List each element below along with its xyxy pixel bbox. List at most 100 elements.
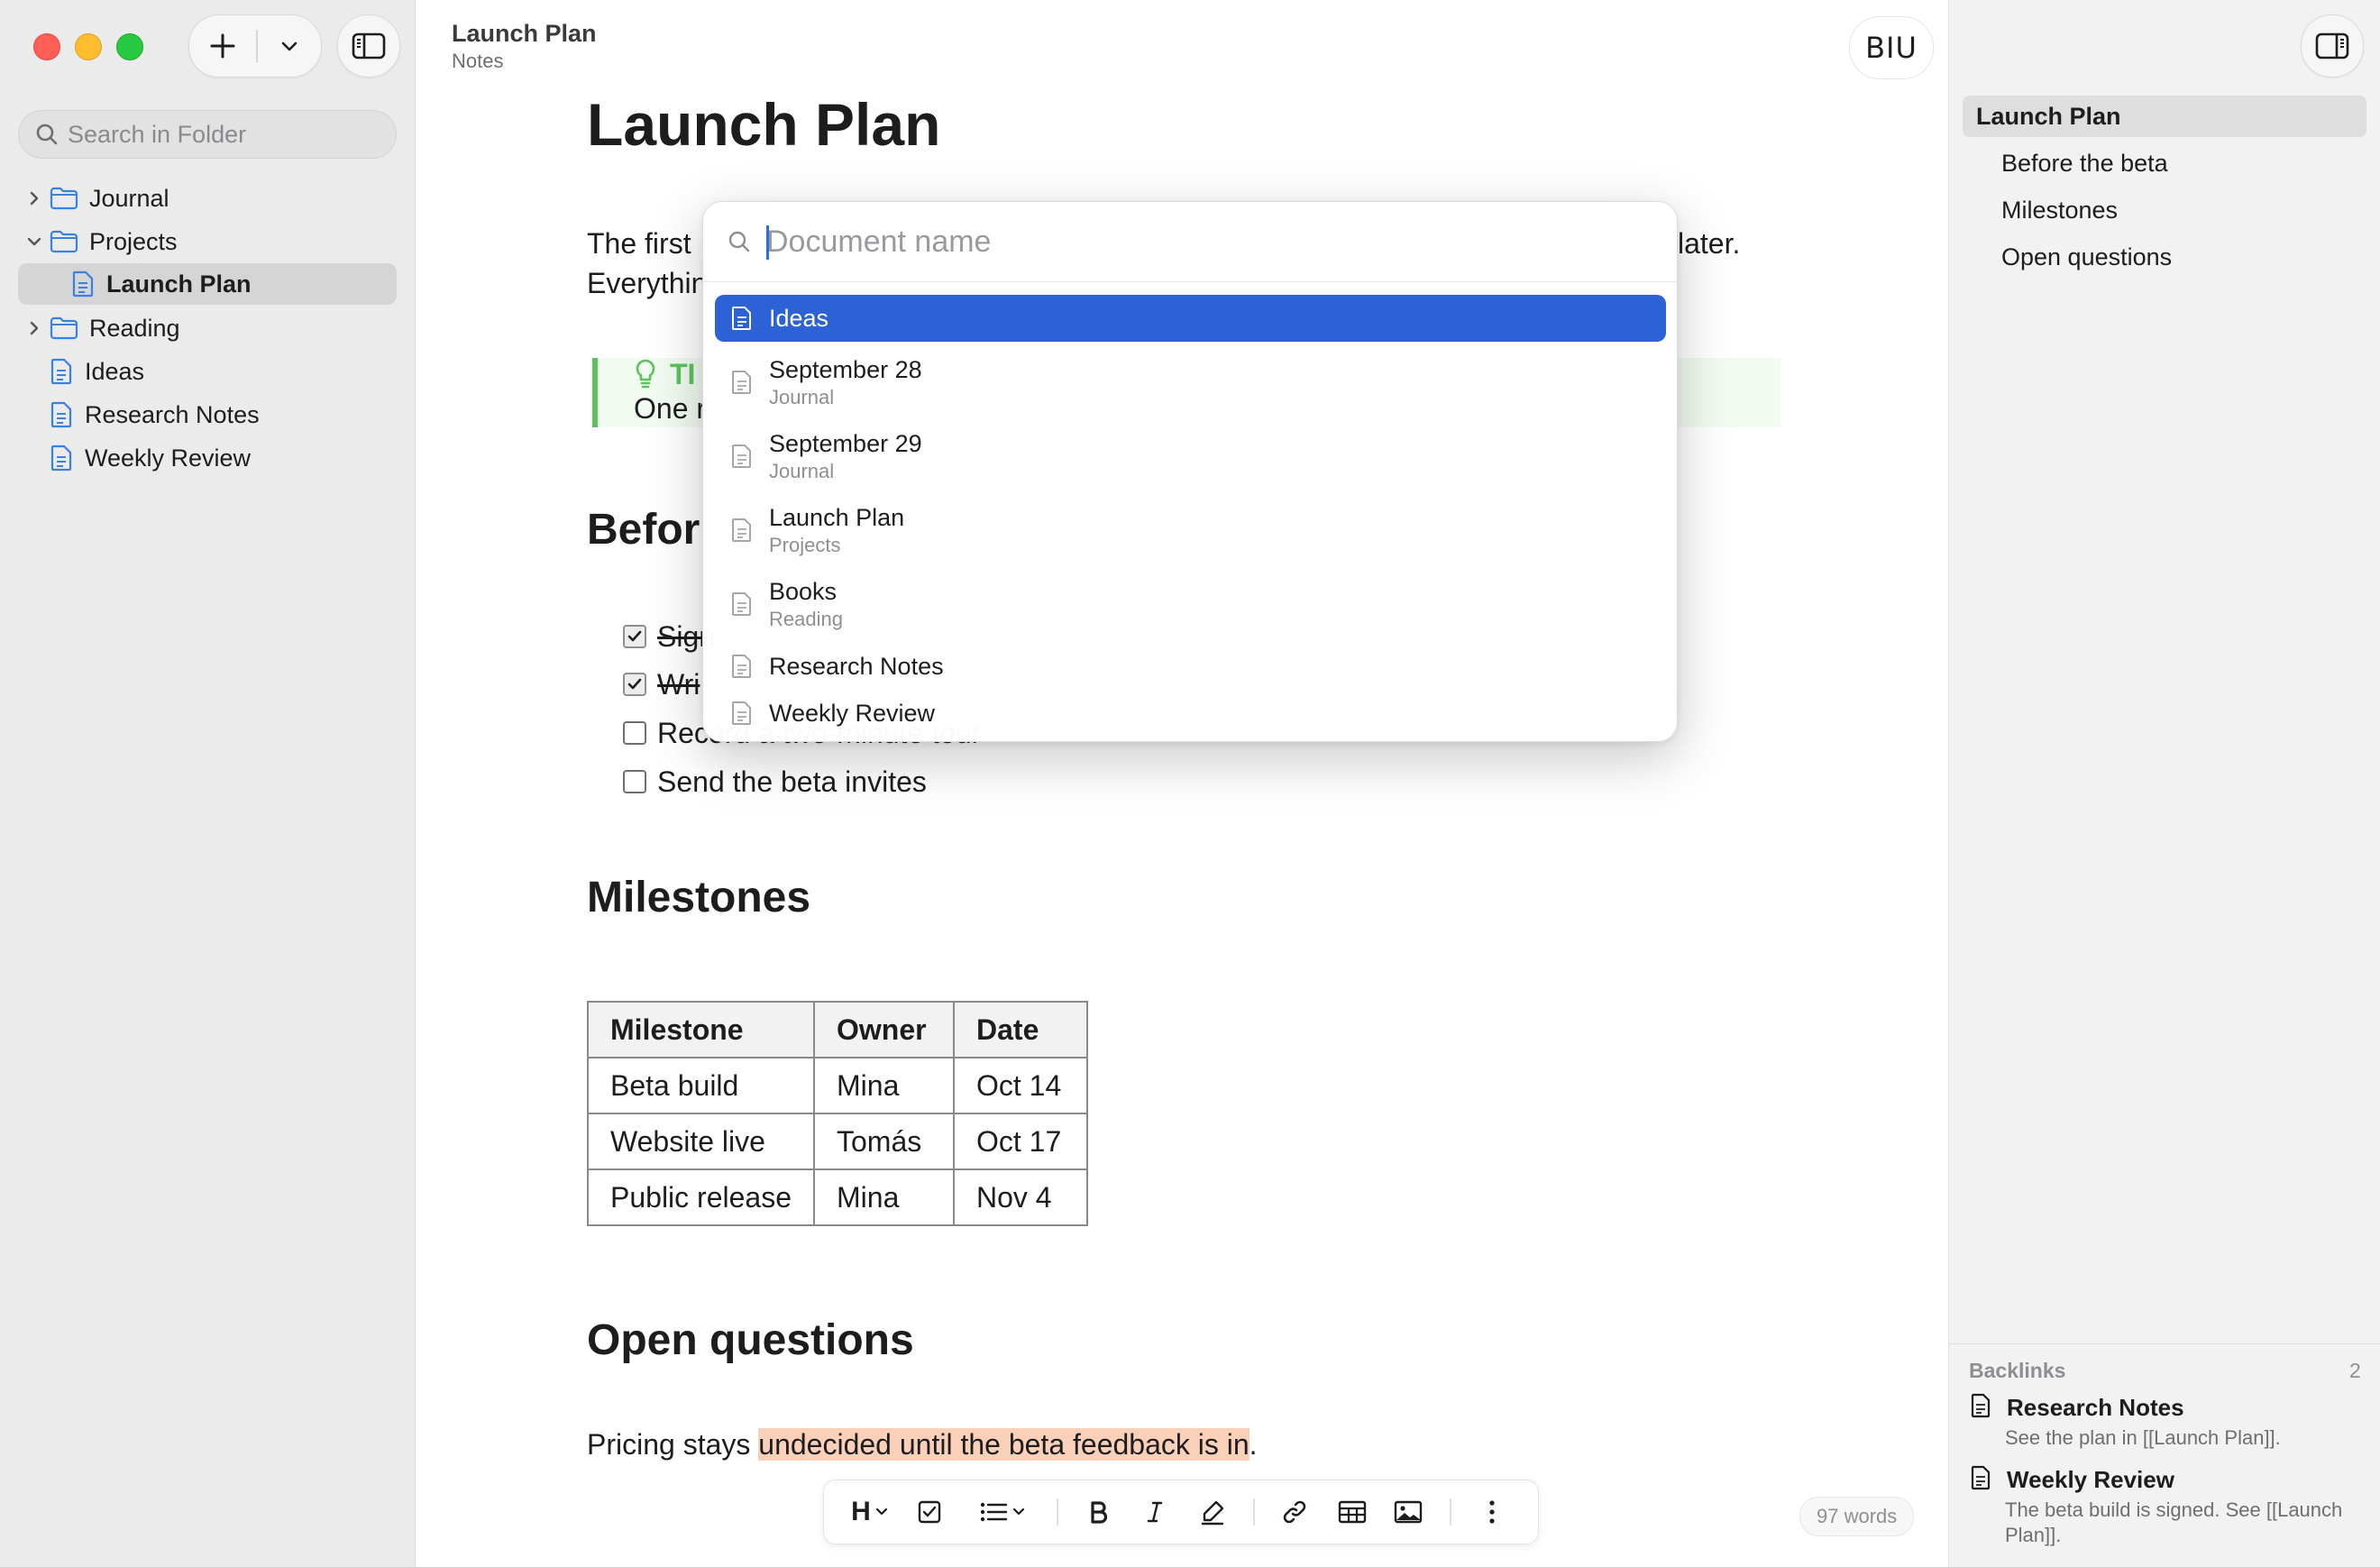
table-cell[interactable]: Mina	[813, 1168, 955, 1226]
tree-item-label: Journal	[89, 184, 169, 212]
tree-file-weekly-review[interactable]: Weekly Review	[18, 437, 397, 479]
outline-label: Milestones	[2001, 196, 2119, 224]
quick-open-result[interactable]: September 29 Journal	[715, 422, 1666, 490]
intro-text-line-2[interactable]: Everythin	[587, 267, 707, 300]
milestones-table[interactable]: Milestone Owner Date Beta build Mina Oct…	[587, 1001, 1088, 1226]
document-icon	[715, 518, 769, 543]
table-cell[interactable]: Website live	[587, 1113, 815, 1170]
document-heading[interactable]: Launch Plan	[587, 90, 940, 159]
backlink-snippet: The beta build is signed. See [[Launch P…	[2005, 1498, 2343, 1546]
outline-label: Open questions	[2001, 243, 2173, 270]
quick-open-result[interactable]: Research Notes	[715, 644, 1666, 689]
bold-icon	[1091, 1501, 1108, 1524]
more-vertical-icon	[1489, 1500, 1495, 1524]
toggle-inspector-button[interactable]	[2301, 14, 2364, 78]
new-note-button[interactable]	[189, 15, 256, 77]
table-cell[interactable]: Beta build	[587, 1057, 815, 1114]
chevron-right-icon[interactable]	[21, 190, 48, 206]
toolbar-divider	[1253, 1498, 1255, 1526]
outline-item-launch-plan[interactable]: Launch Plan	[1963, 96, 2366, 137]
section-heading-milestones[interactable]: Milestones	[587, 873, 810, 922]
backlink-title[interactable]: Research Notes	[2007, 1394, 2184, 1422]
tree-file-ideas[interactable]: Ideas	[18, 351, 397, 392]
table-cell[interactable]: Mina	[813, 1057, 955, 1114]
checkbox[interactable]	[623, 673, 646, 696]
sidebar-left-icon	[352, 32, 386, 60]
toggle-sidebar-button[interactable]	[337, 14, 400, 78]
result-name: September 29	[769, 429, 922, 457]
list-menu-button[interactable]	[968, 1480, 1037, 1544]
minimize-window-button[interactable]	[75, 33, 102, 60]
table-cell[interactable]: Oct 17	[953, 1113, 1088, 1170]
new-note-menu-button[interactable]	[258, 15, 321, 77]
section-heading-open-questions[interactable]: Open questions	[587, 1315, 914, 1365]
link-button[interactable]	[1272, 1480, 1317, 1544]
tree-item-label: Launch Plan	[106, 270, 252, 298]
folder-icon	[50, 316, 78, 340]
italic-button[interactable]	[1132, 1480, 1177, 1544]
intro-text-line-1[interactable]: The first	[587, 227, 691, 261]
quick-open-result[interactable]: Books Reading	[715, 570, 1666, 638]
quick-open-result[interactable]: Launch Plan Projects	[715, 496, 1666, 564]
text-format-button[interactable]: BIU	[1849, 16, 1934, 79]
tree-folder-projects[interactable]: Projects	[18, 221, 397, 262]
tip-text: One r	[634, 392, 707, 425]
document-icon	[715, 306, 769, 331]
lightbulb-icon	[634, 358, 657, 395]
table-cell[interactable]: Nov 4	[953, 1168, 1088, 1226]
outline-item-milestones[interactable]: Milestones	[1963, 189, 2366, 231]
bold-button[interactable]	[1076, 1480, 1121, 1544]
checkbox-button[interactable]	[907, 1480, 952, 1544]
table-header-cell[interactable]: Milestone	[587, 1001, 815, 1058]
highlight-button[interactable]	[1190, 1480, 1235, 1544]
tree-folder-journal[interactable]: Journal	[18, 178, 397, 219]
intro-text-line-1-end[interactable]: later.	[1678, 227, 1740, 261]
chevron-down-icon[interactable]	[21, 234, 48, 249]
checkbox[interactable]	[623, 721, 646, 745]
checkbox[interactable]	[623, 625, 646, 648]
outline-item-before-the-beta[interactable]: Before the beta	[1963, 142, 2366, 184]
quick-open-result[interactable]: Ideas	[715, 295, 1666, 342]
more-options-button[interactable]	[1469, 1480, 1515, 1544]
word-count-badge[interactable]: 97 words	[1799, 1497, 1915, 1536]
folder-icon	[50, 187, 78, 210]
chevron-down-icon	[1012, 1507, 1025, 1516]
checkmark-icon	[627, 678, 642, 690]
zoom-window-button[interactable]	[116, 33, 143, 60]
image-button[interactable]	[1385, 1480, 1432, 1544]
quick-open-result[interactable]: Weekly Review	[715, 691, 1666, 736]
chevron-right-icon[interactable]	[21, 320, 48, 336]
close-window-button[interactable]	[33, 33, 60, 60]
table-header-cell[interactable]: Date	[953, 1001, 1088, 1058]
highlighter-icon	[1201, 1500, 1224, 1526]
folder-icon	[50, 230, 78, 253]
pricing-paragraph[interactable]: Pricing stays undecided until the beta f…	[587, 1428, 1258, 1462]
result-text: September 29 Journal	[769, 430, 922, 483]
table-cell[interactable]: Tomás	[813, 1113, 955, 1170]
table-header-cell[interactable]: Owner	[813, 1001, 955, 1058]
document-name-input[interactable]	[766, 220, 1650, 263]
result-name: September 28	[769, 355, 922, 383]
document-icon	[50, 401, 72, 428]
table-cell[interactable]: Public release	[587, 1168, 815, 1226]
checklist-item[interactable]: Sign	[623, 619, 715, 655]
section-heading-before[interactable]: Befor	[587, 505, 700, 554]
backlink-title[interactable]: Weekly Review	[2007, 1466, 2174, 1494]
checklist-item[interactable]: Send the beta invites	[623, 764, 927, 800]
outline-item-open-questions[interactable]: Open questions	[1963, 236, 2366, 278]
table-row: Website live Tomás Oct 17	[587, 1113, 1088, 1170]
table-cell[interactable]: Oct 14	[953, 1057, 1088, 1114]
document-icon	[715, 591, 769, 617]
sidebar: Journal Projects Launch Plan Reading Ide…	[0, 0, 416, 1567]
table-button[interactable]	[1329, 1480, 1376, 1544]
tree-file-research-notes[interactable]: Research Notes	[18, 394, 397, 435]
tree-file-launch-plan[interactable]: Launch Plan	[18, 263, 397, 305]
checklist-item[interactable]: Wri	[623, 666, 700, 702]
quick-open-result[interactable]: September 28 Journal	[715, 348, 1666, 417]
sidebar-search-input[interactable]	[68, 120, 392, 149]
tree-item-label: Research Notes	[85, 400, 260, 428]
heading-menu-button[interactable]: H	[842, 1480, 898, 1544]
sidebar-search-field[interactable]	[18, 110, 397, 159]
tree-folder-reading[interactable]: Reading	[18, 307, 397, 349]
checkbox[interactable]	[623, 770, 646, 793]
